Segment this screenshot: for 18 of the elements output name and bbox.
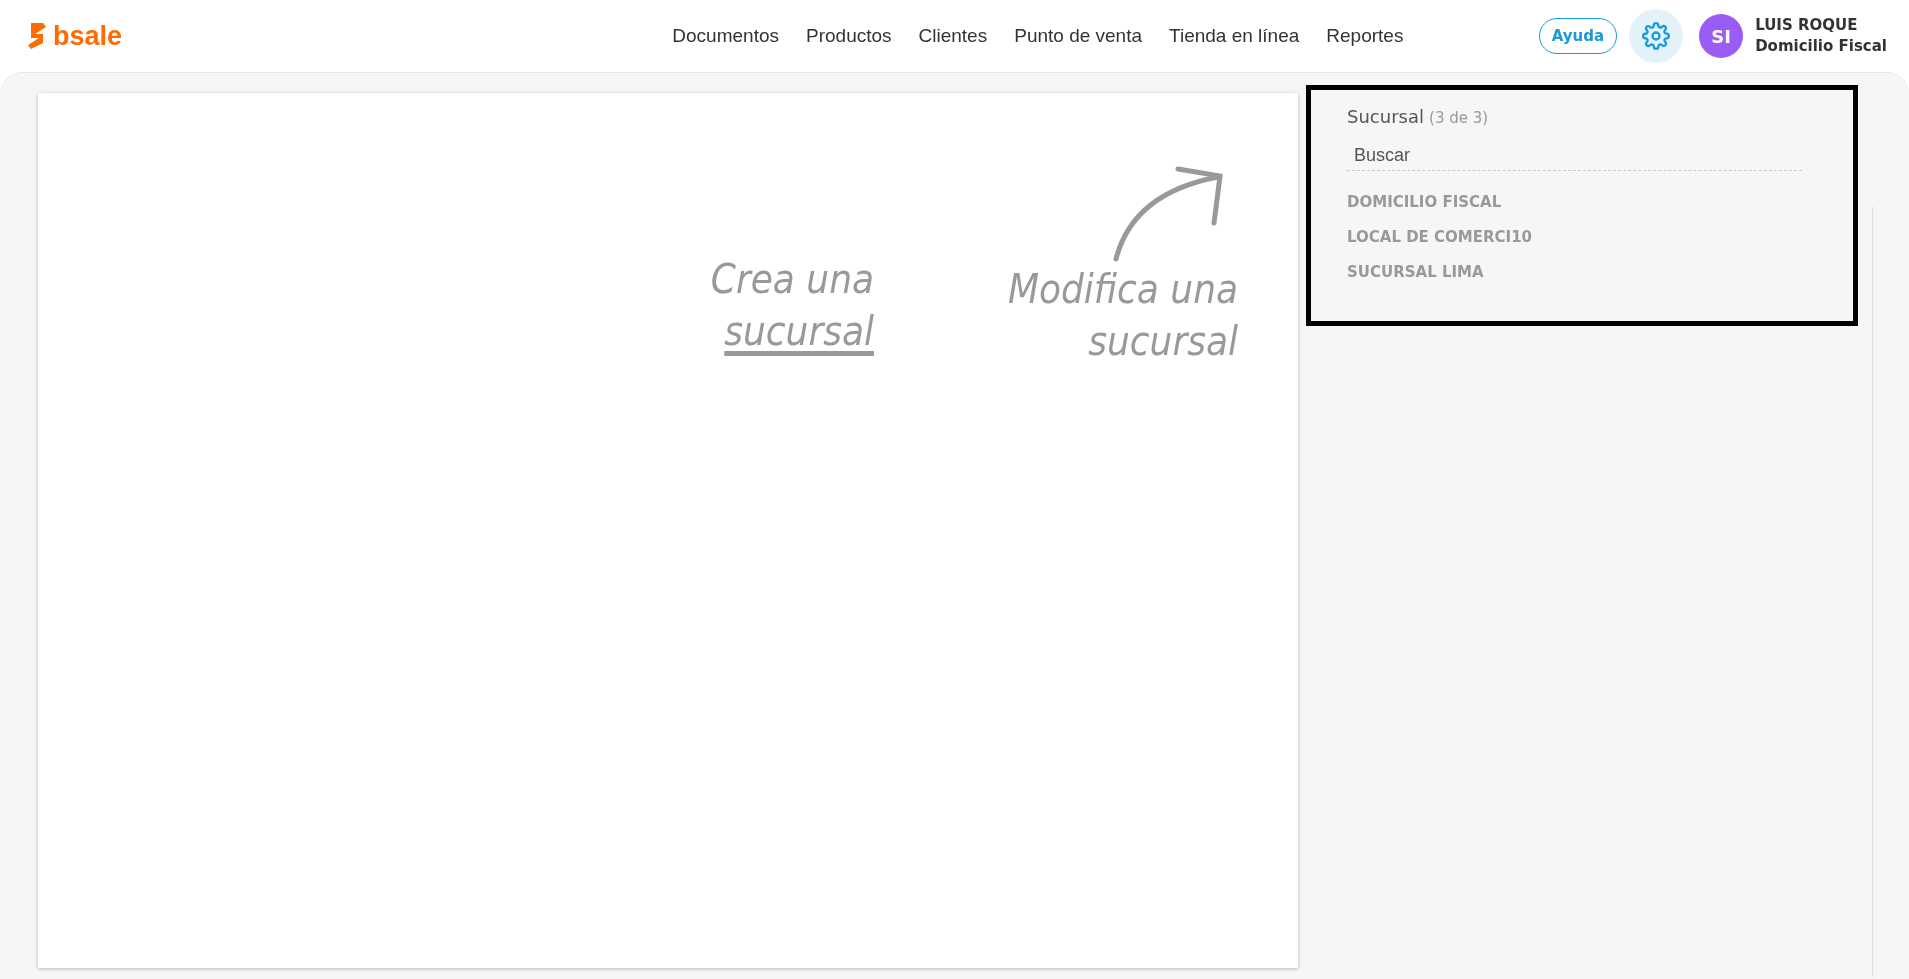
create-hint: Crea una sucursal — [709, 255, 874, 356]
nav-link[interactable]: Documentos — [672, 25, 779, 47]
user-avatar[interactable]: SI — [1699, 14, 1744, 58]
branch-count: (3 de 3) — [1429, 109, 1489, 127]
settings-icon — [1642, 22, 1671, 50]
nav-link[interactable]: Tienda en línea — [1169, 25, 1300, 47]
panel-title: Sucursal — [1347, 106, 1424, 127]
logo-icon — [27, 21, 47, 51]
nav-link[interactable]: Productos — [806, 25, 892, 47]
search-field[interactable]: Buscar — [1347, 141, 1802, 171]
user-name: LUIS ROQUE — [1755, 15, 1859, 36]
nav-link[interactable]: Clientes — [918, 25, 988, 47]
settings-button[interactable] — [1629, 9, 1684, 63]
modify-hint: Modifica una sucursal — [1007, 265, 1238, 366]
logo-text: bsale — [53, 20, 123, 52]
nav-link[interactable]: Punto de venta — [1014, 25, 1143, 47]
user-branch: Domicilio Fiscal — [1755, 36, 1887, 57]
nav-link[interactable]: Reportes — [1326, 25, 1404, 47]
